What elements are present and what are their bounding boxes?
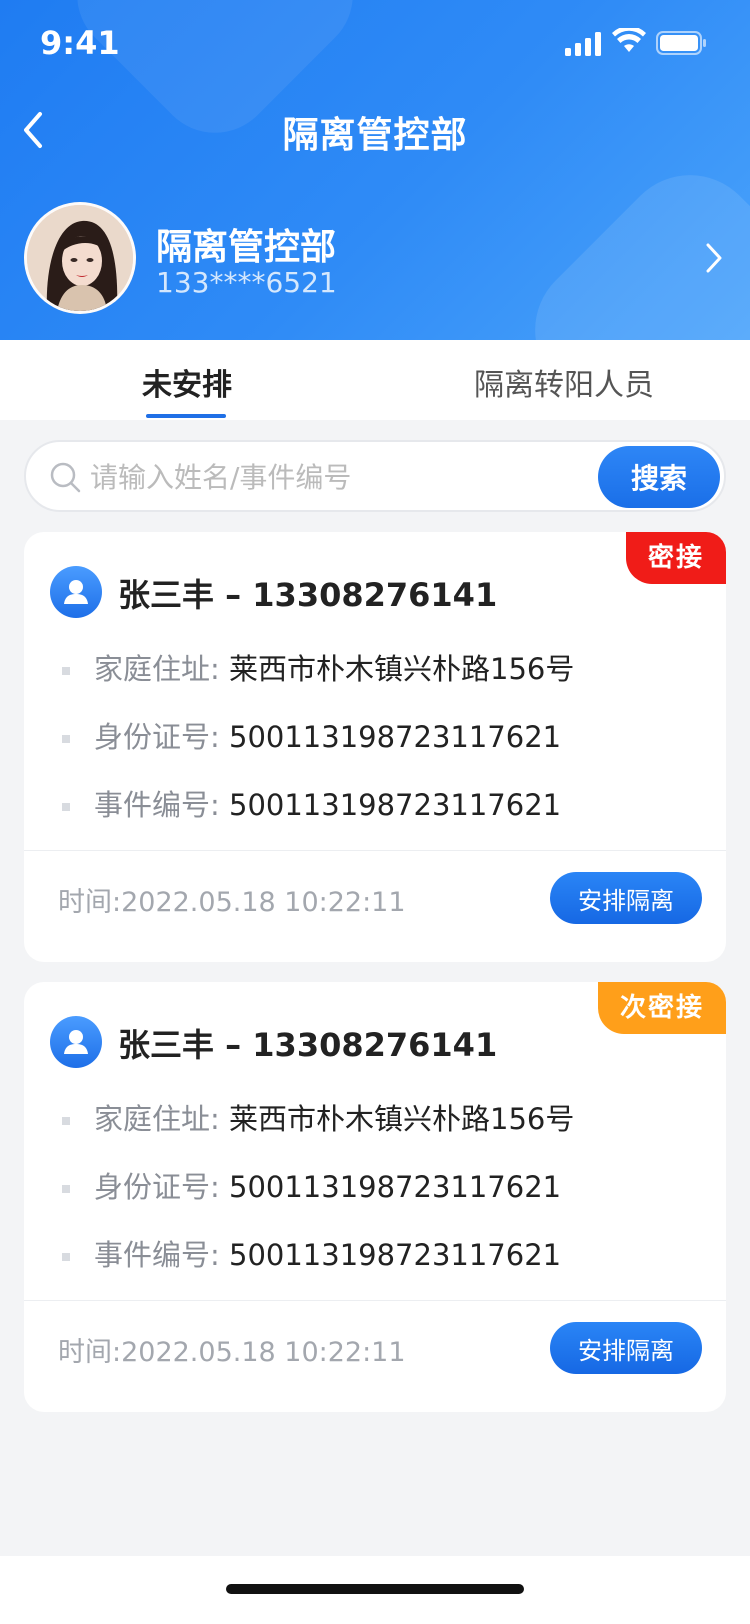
address-value: 莱西市朴木镇兴朴路156号	[229, 1102, 575, 1136]
bullet	[62, 1117, 70, 1125]
status-bar: 9:41	[0, 0, 750, 90]
id-row: 身份证号: 500113198723117621	[62, 714, 561, 756]
event-value: 500113198723117621	[229, 788, 562, 822]
address-label: 家庭住址:	[94, 652, 220, 686]
divider	[24, 1300, 726, 1301]
event-label: 事件编号:	[94, 788, 220, 822]
id-value: 500113198723117621	[229, 1170, 562, 1204]
search-icon	[50, 462, 81, 493]
id-row: 身份证号: 500113198723117621	[62, 1164, 561, 1206]
address-value: 莱西市朴木镇兴朴路156号	[229, 652, 575, 686]
address-label: 家庭住址:	[94, 1102, 220, 1136]
home-indicator[interactable]	[226, 1584, 524, 1594]
record-card: 次密接 张三丰 – 13308276141 家庭住址: 莱西市朴木镇兴朴路156…	[24, 982, 726, 1412]
event-row: 事件编号: 500113198723117621	[62, 1232, 561, 1274]
id-label: 身份证号:	[94, 1170, 220, 1204]
bullet	[62, 735, 70, 743]
search-bar: 搜索	[24, 440, 726, 512]
bullet	[62, 803, 70, 811]
search-button[interactable]: 搜索	[598, 446, 720, 508]
tab-bar: 未安排 隔离转阳人员	[0, 340, 750, 420]
bullet	[62, 667, 70, 675]
person-name-phone: 张三丰 – 13308276141	[118, 576, 498, 614]
tab-positive-conversion[interactable]: 隔离转阳人员	[474, 360, 654, 404]
user-icon	[50, 1016, 102, 1068]
bullet	[62, 1253, 70, 1261]
record-card: 密接 张三丰 – 13308276141 家庭住址: 莱西市朴木镇兴朴路156号…	[24, 532, 726, 962]
status-time: 9:41	[40, 24, 120, 62]
record-time: 时间:2022.05.18 10:22:11	[58, 1337, 406, 1368]
arrange-isolation-button[interactable]: 安排隔离	[550, 872, 702, 924]
search-input[interactable]	[90, 456, 570, 498]
status-badge: 次密接	[597, 982, 726, 1034]
event-value: 500113198723117621	[229, 1238, 562, 1272]
person-name-phone: 张三丰 – 13308276141	[118, 1026, 498, 1064]
user-icon	[50, 566, 102, 618]
event-label: 事件编号:	[94, 1238, 220, 1272]
address-row: 家庭住址: 莱西市朴木镇兴朴路156号	[62, 1096, 574, 1138]
id-label: 身份证号:	[94, 720, 220, 754]
profile-phone: 133****6521	[156, 266, 337, 299]
record-time: 时间:2022.05.18 10:22:11	[58, 887, 406, 918]
active-tab-indicator	[146, 414, 226, 418]
status-badge: 密接	[625, 532, 726, 584]
chevron-right-icon[interactable]	[704, 242, 724, 274]
page-title: 隔离管控部	[282, 115, 468, 156]
arrange-isolation-button[interactable]: 安排隔离	[550, 1322, 702, 1374]
battery-icon	[656, 31, 706, 55]
profile-name: 隔离管控部	[156, 227, 337, 268]
address-row: 家庭住址: 莱西市朴木镇兴朴路156号	[62, 646, 574, 688]
divider	[24, 850, 726, 851]
wifi-icon	[612, 28, 646, 52]
avatar[interactable]	[24, 202, 136, 314]
bullet	[62, 1185, 70, 1193]
signal-icon	[565, 32, 601, 56]
tab-unarranged[interactable]: 未安排	[142, 360, 232, 404]
header: 9:41 隔离管控部 隔离管控部 133****6521	[0, 0, 750, 340]
event-row: 事件编号: 500113198723117621	[62, 782, 561, 824]
id-value: 500113198723117621	[229, 720, 562, 754]
